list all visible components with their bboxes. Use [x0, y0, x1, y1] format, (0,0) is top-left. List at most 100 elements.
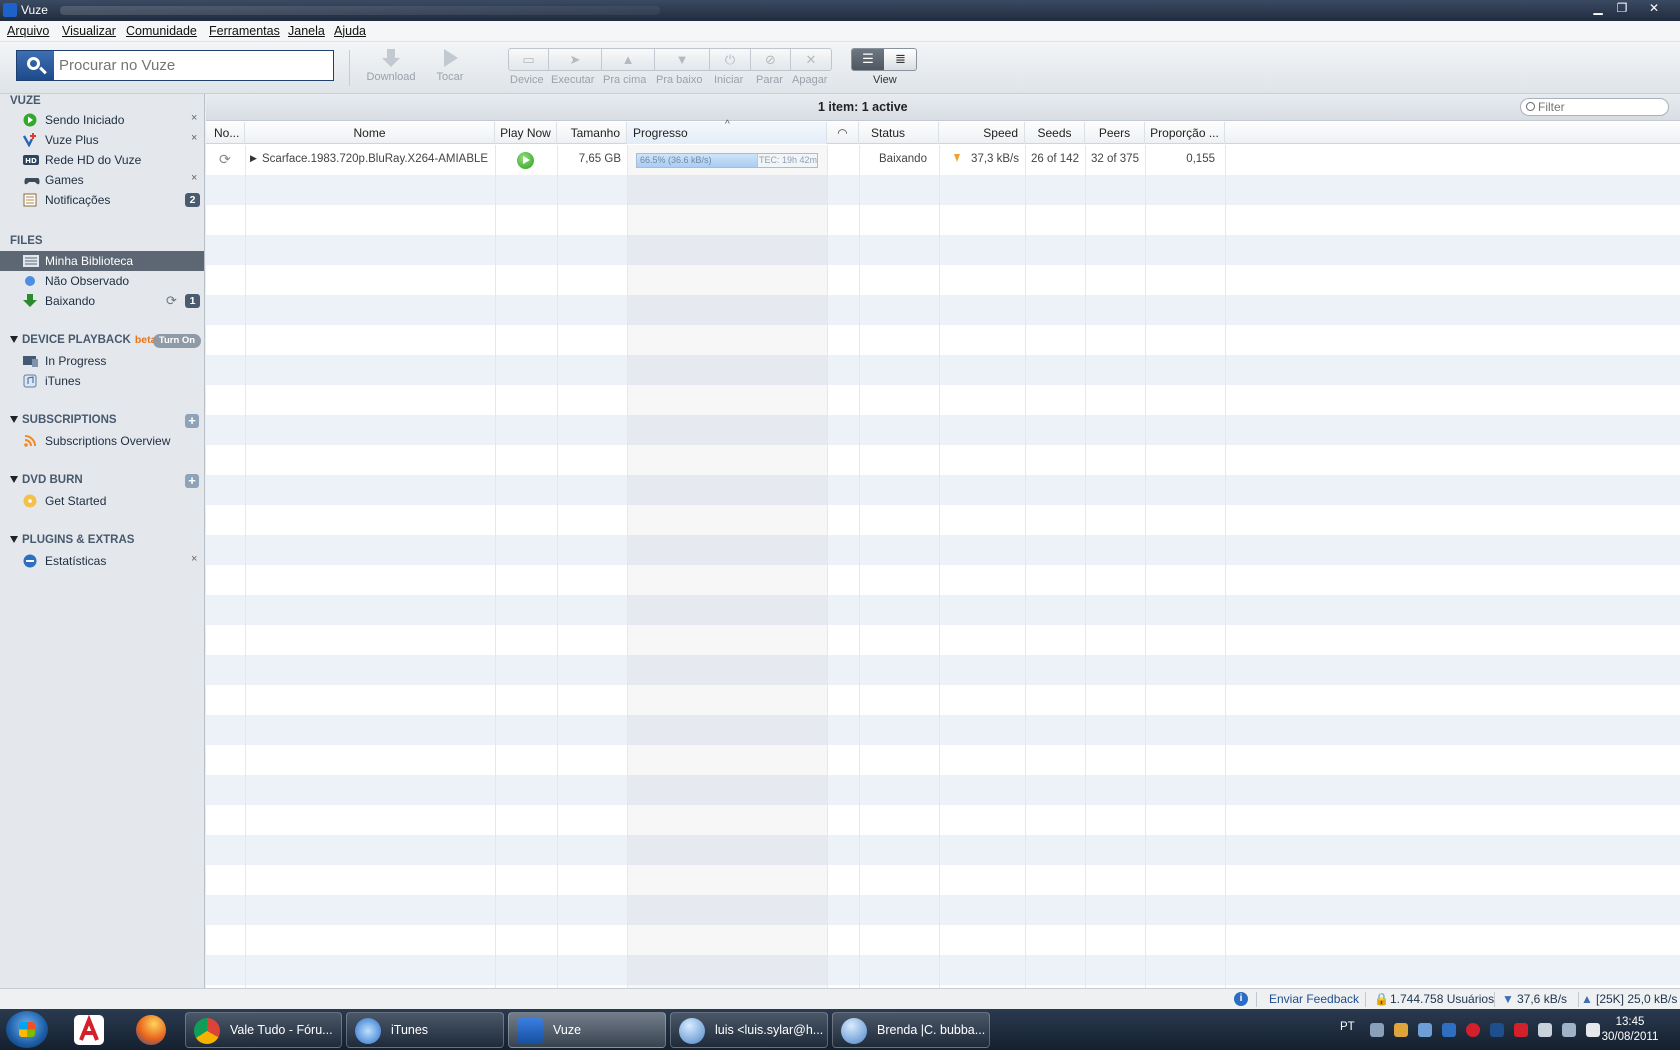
sidebar-item-games[interactable]: Games ×	[0, 170, 204, 190]
refresh-icon[interactable]: ⟳	[166, 293, 177, 309]
firefox-icon[interactable]	[136, 1015, 166, 1045]
expand-triangle-icon[interactable]: ▶	[250, 153, 257, 164]
tray-messenger-icon[interactable]	[1394, 1023, 1408, 1037]
section-plugins[interactable]: PLUGINS & EXTRAS	[10, 534, 134, 546]
windows-taskbar: Vale Tudo - Fóru... iTunes Vuze luis <lu…	[0, 1009, 1680, 1050]
close-button[interactable]: ✕	[1634, 0, 1674, 18]
sidebar-item-hd-network[interactable]: HD Rede HD do Vuze	[0, 150, 204, 170]
download-rate[interactable]: 37,6 kB/s	[1517, 992, 1567, 1006]
table-header: No... Nome Play Now Tamanho Progresso ◠ …	[206, 119, 1680, 144]
power-icon: ⏻	[724, 52, 736, 67]
search-button[interactable]	[17, 51, 54, 80]
section-device-playback[interactable]: DEVICE PLAYBACK beta	[10, 334, 156, 346]
task-chrome[interactable]: Vale Tudo - Fóru...	[185, 1012, 342, 1048]
column-number[interactable]: No...	[206, 122, 245, 144]
task-itunes[interactable]: iTunes	[346, 1012, 504, 1048]
menu-ferramentas[interactable]: Ferramentas	[209, 24, 280, 38]
sidebar-item-itunes[interactable]: iTunes	[0, 371, 204, 391]
blurred-title-region	[60, 6, 660, 15]
tray-avira-icon[interactable]	[1514, 1023, 1528, 1037]
menu-visualizar[interactable]: Visualizar	[62, 24, 116, 38]
list-compact-icon: ≣	[895, 51, 906, 66]
sidebar-item-downloading[interactable]: Baixando ⟳ 1	[0, 291, 204, 311]
sidebar-item-getting-started[interactable]: Sendo Iniciado ×	[0, 110, 204, 130]
window-title: Vuze	[21, 3, 48, 17]
task-vuze[interactable]: Vuze	[508, 1012, 666, 1048]
tray-stop-icon[interactable]	[1466, 1023, 1480, 1037]
messenger-icon	[841, 1018, 867, 1044]
monitor-icon: ▭	[522, 52, 535, 67]
sidebar-item-notifications[interactable]: Notificações 2	[0, 190, 204, 210]
move-down-button[interactable]: ▼	[655, 49, 710, 70]
torrent-size: 7,65 GB	[578, 153, 621, 165]
column-speed[interactable]: Speed	[939, 122, 1025, 144]
section-subscriptions[interactable]: SUBSCRIPTIONS	[10, 414, 117, 426]
column-rss[interactable]: ◠	[827, 122, 859, 144]
sidebar-item-in-progress[interactable]: In Progress	[0, 351, 204, 371]
column-ratio[interactable]: Proporção ...	[1145, 122, 1225, 144]
add-subscription-button[interactable]: +	[185, 414, 199, 428]
sidebar-item-get-started[interactable]: Get Started	[0, 491, 204, 511]
tray-messenger-icon-2[interactable]	[1418, 1023, 1432, 1037]
clock[interactable]: 13:45 30/08/2011	[1588, 1015, 1672, 1045]
table-row[interactable]: ⟳ ▶ Scarface.1983.720p.BluRay.X264-AMIAB…	[206, 145, 1680, 175]
tray-vuze-icon[interactable]	[1442, 1023, 1456, 1037]
sidebar-item-statistics[interactable]: Estatísticas ×	[0, 551, 204, 571]
play-icon	[444, 49, 458, 67]
sidebar-item-vuze-plus[interactable]: Vuze Plus ×	[0, 130, 204, 150]
sidebar-item-subscriptions-overview[interactable]: Subscriptions Overview	[0, 431, 204, 451]
unwatched-dot-icon	[25, 276, 35, 286]
close-icon[interactable]: ×	[191, 132, 197, 144]
play-button[interactable]: Tocar	[428, 47, 472, 83]
avira-icon[interactable]	[74, 1014, 104, 1045]
detailed-list-view-button[interactable]: ☰	[852, 49, 884, 70]
maximize-button[interactable]: ❐	[1610, 0, 1634, 18]
move-up-button[interactable]: ▲	[602, 49, 655, 70]
column-status[interactable]: Status	[859, 122, 939, 144]
close-icon[interactable]: ×	[191, 172, 197, 184]
collapse-triangle-icon	[10, 476, 18, 483]
torrent-actions-group: ▭ ➤ ▲ ▼ ⏻ ⊘ ✕	[508, 48, 832, 71]
turn-on-button[interactable]: Turn On	[153, 334, 201, 348]
execute-label: Executar	[551, 74, 595, 86]
column-peers[interactable]: Peers	[1085, 122, 1145, 144]
menu-janela[interactable]: Janela	[288, 24, 325, 38]
tray-bluetooth-icon[interactable]	[1490, 1023, 1504, 1037]
column-name[interactable]: Nome	[245, 122, 495, 144]
tray-volume-icon[interactable]	[1538, 1023, 1552, 1037]
send-feedback-link[interactable]: Enviar Feedback	[1269, 992, 1359, 1006]
column-play-now[interactable]: Play Now	[495, 122, 557, 144]
download-arrow-icon	[382, 49, 400, 67]
download-button[interactable]: Download	[364, 47, 418, 83]
search-input[interactable]	[59, 55, 329, 76]
delete-button[interactable]: ✕	[791, 49, 831, 70]
main-panel: 1 item: 1 active No... Nome Play Now Tam…	[206, 94, 1680, 988]
minimize-button[interactable]: ▁	[1586, 0, 1610, 18]
start-button[interactable]: ⏻	[710, 49, 751, 70]
stop-button[interactable]: ⊘	[751, 49, 791, 70]
tray-network-tools-icon[interactable]	[1370, 1023, 1384, 1037]
start-button[interactable]	[6, 1011, 48, 1048]
menu-arquivo[interactable]: Arquivo	[7, 24, 49, 38]
menu-ajuda[interactable]: Ajuda	[334, 24, 366, 38]
execute-button[interactable]: ➤	[549, 49, 602, 70]
task-messenger-2[interactable]: Brenda |C. bubba...	[832, 1012, 990, 1048]
device-button[interactable]: ▭	[509, 49, 549, 70]
column-seeds[interactable]: Seeds	[1025, 122, 1085, 144]
compact-list-view-button[interactable]: ≣	[885, 49, 916, 70]
close-icon[interactable]: ×	[191, 553, 197, 565]
tray-network-icon[interactable]	[1562, 1023, 1576, 1037]
sidebar-item-unwatched[interactable]: Não Observado	[0, 271, 204, 291]
play-now-icon[interactable]	[517, 152, 534, 169]
column-size[interactable]: Tamanho	[557, 122, 627, 144]
upload-rate[interactable]: [25K] 25,0 kB/s	[1596, 992, 1677, 1006]
add-dvd-button[interactable]: +	[185, 474, 199, 488]
close-icon[interactable]: ×	[191, 112, 197, 124]
sidebar-item-my-library[interactable]: Minha Biblioteca	[0, 251, 204, 271]
info-icon[interactable]: i	[1234, 992, 1248, 1006]
section-dvd-burn[interactable]: DVD BURN	[10, 474, 83, 486]
menu-comunidade[interactable]: Comunidade	[126, 24, 197, 38]
language-indicator[interactable]: PT	[1340, 1021, 1355, 1033]
task-messenger-1[interactable]: luis <luis.sylar@h...	[670, 1012, 828, 1048]
filter-input[interactable]	[1538, 100, 1663, 114]
